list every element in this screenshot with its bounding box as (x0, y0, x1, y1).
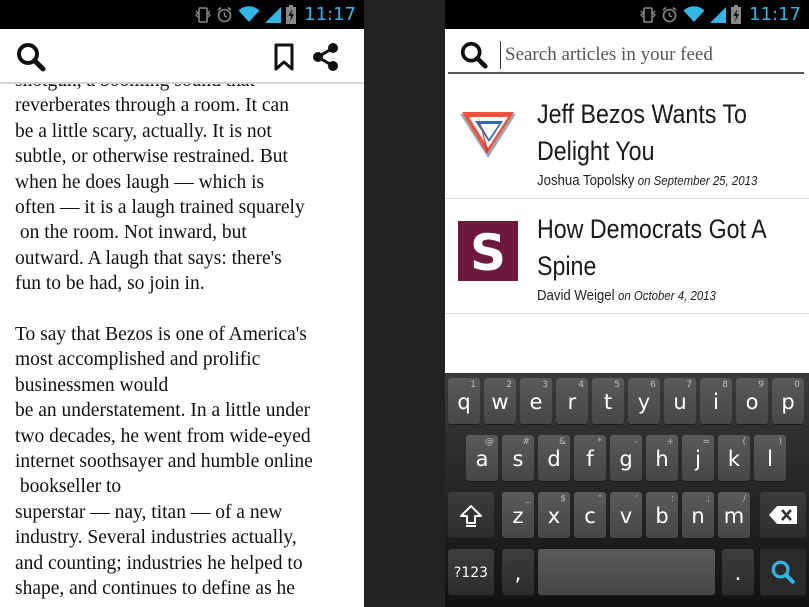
key-n[interactable]: n; (682, 492, 714, 538)
wifi-icon (683, 6, 705, 22)
reader-toolbar (0, 29, 364, 84)
share-icon[interactable] (311, 42, 341, 72)
article-line: To say that Bezos is one of America's (15, 324, 307, 346)
alarm-icon (662, 6, 677, 23)
soft-keyboard: q1 w2 e3 r4 t5 y6 u7 i8 o9 p0 a @ s # d & f… (445, 373, 809, 607)
result-author: Joshua Topolsky (537, 172, 635, 189)
svg-text:S: S (470, 224, 506, 281)
search-icon[interactable] (459, 40, 489, 70)
article-line: be a little scary, actually. It is not (15, 120, 272, 142)
key-r[interactable]: r4 (556, 378, 588, 424)
search-underline (448, 72, 804, 74)
key-p[interactable]: p0 (772, 378, 804, 424)
key-y[interactable]: y6 (628, 378, 660, 424)
article-line: and counting; industries he helped to (15, 552, 303, 574)
search-screen: 11:17 Jeff Bezos Wants To Delight You Jo… (445, 0, 809, 607)
key-o[interactable]: o9 (736, 378, 768, 424)
signal-icon (710, 6, 727, 23)
key-i[interactable]: i8 (700, 378, 732, 424)
key-e[interactable]: e3 (520, 378, 552, 424)
status-bar: 11:17 (445, 0, 809, 29)
bookmark-icon[interactable] (274, 43, 294, 71)
article-line: bookseller to (15, 476, 122, 498)
backspace-icon (769, 506, 797, 524)
reader-screen: 11:17 shotgun, a booming sound that reve… (0, 0, 364, 607)
list-item[interactable]: Jeff Bezos Wants To Delight You Joshua T… (445, 84, 809, 199)
key-f[interactable]: f * (574, 435, 606, 481)
key-d[interactable]: d & (538, 435, 570, 481)
result-date: on October 4, 2013 (617, 288, 716, 303)
article-line: shape, and continues to define as he (15, 578, 295, 600)
status-time: 11:17 (749, 4, 801, 25)
article-line: fun to be had, so join in. (15, 273, 205, 295)
article-line: internet soothsayer and humble online (15, 451, 313, 473)
battery-icon (286, 5, 297, 24)
article-line: when he does laugh — which is (15, 171, 265, 193)
period-key[interactable]: . (722, 549, 754, 595)
search-icon (771, 560, 795, 584)
result-meta: Joshua Topolsky on September 25, 2013 (537, 172, 757, 189)
status-bar: 11:17 (0, 0, 364, 29)
verge-logo-icon (460, 112, 516, 158)
key-t[interactable]: t5 (592, 378, 624, 424)
article-line: often — it is a laugh trained squarely (15, 197, 305, 219)
battery-icon (731, 5, 742, 24)
key-b[interactable]: b: (646, 492, 678, 538)
key-u[interactable]: u7 (664, 378, 696, 424)
key-a[interactable]: a @ (466, 435, 498, 481)
key-v[interactable]: v ' (610, 492, 642, 538)
search-results: Jeff Bezos Wants To Delight You Joshua T… (445, 84, 809, 314)
vibrate-icon (640, 6, 657, 23)
screen-divider (364, 0, 445, 607)
wifi-icon (238, 6, 260, 22)
signal-icon (265, 6, 282, 23)
shift-key[interactable] (448, 492, 494, 538)
result-title: Jeff Bezos Wants To Delight You (537, 99, 747, 166)
list-item[interactable]: S How Democrats Got A Spine David Weigel… (445, 199, 809, 314)
article-line: most accomplished and prolific (15, 349, 261, 371)
article-line: industry. Several industries actually, (15, 527, 297, 549)
space-key[interactable] (538, 549, 715, 595)
search-icon[interactable] (15, 41, 47, 73)
key-s[interactable]: s # (502, 435, 534, 481)
result-date: on September 25, 2013 (637, 173, 758, 188)
article-line: two decades, he went from wide-eyed (15, 425, 311, 447)
shift-icon (460, 505, 482, 527)
article-line: outward. A laugh that says: there's (15, 247, 282, 269)
backspace-key[interactable] (760, 492, 806, 538)
article-body: shotgun, a booming sound that reverberat… (15, 68, 360, 602)
key-j[interactable]: j = (682, 435, 714, 481)
result-meta: David Weigel on October 4, 2013 (537, 287, 716, 304)
article-line: be an understatement. In a little under (15, 400, 311, 422)
comma-key[interactable]: , (502, 549, 534, 595)
result-title: How Democrats Got A Spine (537, 214, 767, 281)
key-w[interactable]: w2 (484, 378, 516, 424)
article-line: reverberates through a room. It can (15, 95, 289, 117)
slate-logo-icon: S (458, 221, 518, 281)
key-h[interactable]: h + (646, 435, 678, 481)
search-input[interactable] (500, 41, 790, 69)
article-line: on the room. Not inward, but (15, 222, 247, 244)
key-x[interactable]: x $ (538, 492, 570, 538)
search-key[interactable] (760, 549, 806, 595)
key-g[interactable]: g- (610, 435, 642, 481)
result-author: David Weigel (537, 287, 615, 304)
symbols-key[interactable]: ?123 (448, 549, 494, 595)
status-time: 11:17 (304, 4, 356, 25)
alarm-icon (217, 6, 232, 23)
key-q[interactable]: q1 (448, 378, 480, 424)
key-k[interactable]: k( (718, 435, 750, 481)
article-line: subtle, or otherwise restrained. But (15, 146, 288, 168)
key-z[interactable]: z _ (502, 492, 534, 538)
key-l[interactable]: l) (754, 435, 786, 481)
article-line: superstar — nay, titan — of a new (15, 501, 283, 523)
key-c[interactable]: c " (574, 492, 606, 538)
article-line: businessmen would (15, 374, 169, 396)
key-m[interactable]: m / (718, 492, 750, 538)
vibrate-icon (195, 6, 212, 23)
